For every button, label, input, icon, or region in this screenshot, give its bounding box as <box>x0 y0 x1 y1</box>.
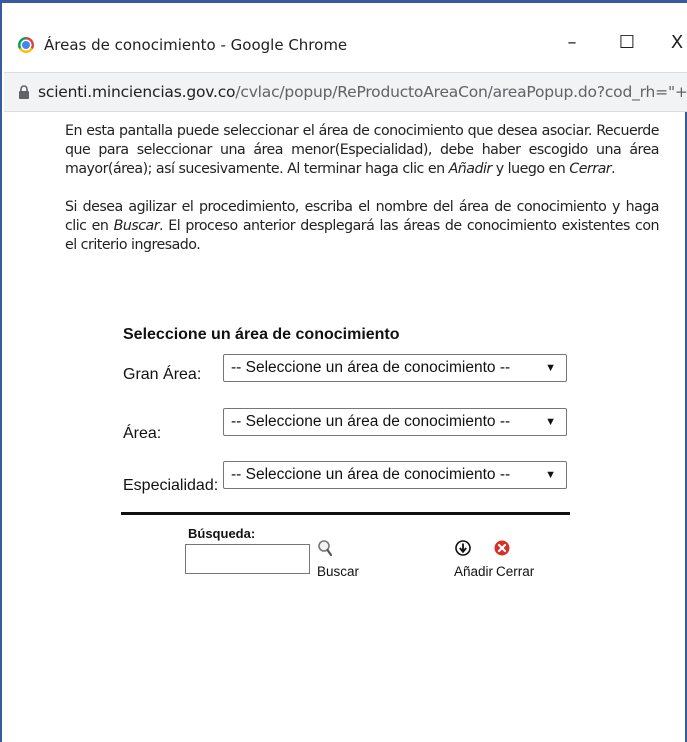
address-bar[interactable]: scienti.minciencias.gov.co/cvlac/popup/R… <box>4 72 687 112</box>
section-heading: Seleccione un área de conocimiento <box>123 326 400 343</box>
close-icon[interactable] <box>494 540 510 556</box>
maximize-button[interactable]: ☐ <box>607 28 647 58</box>
instructions-text: . <box>611 161 616 177</box>
divider <box>121 512 570 515</box>
instructions-emphasis: Buscar <box>113 218 160 234</box>
gran-area-selected-value: -- Seleccione un área de conocimiento -- <box>231 359 511 376</box>
dropdown-arrow-icon: ▼ <box>545 362 556 374</box>
especialidad-selected-value: -- Seleccione un área de conocimiento -- <box>231 466 511 483</box>
instructions: En esta pantalla puede seleccionar el ár… <box>65 122 660 274</box>
search-button[interactable]: Buscar <box>317 564 359 579</box>
window-title: Áreas de conocimiento - Google Chrome <box>44 36 348 54</box>
minimize-button[interactable]: – <box>552 28 592 58</box>
url-domain: scienti.minciencias.gov.co <box>38 83 236 101</box>
url-path: /cvlac/popup/ReProductoAreaCon/areaPopup… <box>235 83 687 101</box>
instructions-emphasis: Añadir <box>448 161 493 177</box>
chrome-logo-icon <box>18 37 34 53</box>
area-select[interactable]: -- Seleccione un área de conocimiento --… <box>223 408 567 436</box>
especialidad-select[interactable]: -- Seleccione un área de conocimiento --… <box>223 461 567 489</box>
instructions-paragraph-1: En esta pantalla puede seleccionar el ár… <box>65 122 660 179</box>
dropdown-arrow-icon: ▼ <box>545 416 556 428</box>
dropdown-arrow-icon: ▼ <box>545 469 556 481</box>
gran-area-select[interactable]: -- Seleccione un área de conocimiento --… <box>223 354 567 382</box>
search-input[interactable] <box>185 544 310 574</box>
add-icon[interactable] <box>455 540 471 556</box>
window-top-edge <box>2 0 687 14</box>
close-window-button[interactable]: X <box>657 28 687 58</box>
instructions-emphasis: Cerrar <box>569 161 612 177</box>
browser-window: Áreas de conocimiento - Google Chrome – … <box>0 0 687 742</box>
title-bar: Áreas de conocimiento - Google Chrome – … <box>4 14 687 72</box>
lock-icon <box>19 85 29 99</box>
instructions-paragraph-2: Si desea agilizar el procedimiento, escr… <box>65 198 660 255</box>
search-label: Búsqueda: <box>188 526 256 541</box>
area-selected-value: -- Seleccione un área de conocimiento -- <box>231 413 511 430</box>
url-text[interactable]: scienti.minciencias.gov.co/cvlac/popup/R… <box>38 83 687 101</box>
area-label: Área: <box>123 425 162 442</box>
add-button[interactable]: Añadir <box>454 564 493 579</box>
especialidad-label: Especialidad: <box>123 477 219 494</box>
close-button[interactable]: Cerrar <box>496 564 534 579</box>
gran-area-label: Gran Área: <box>123 366 202 383</box>
search-icon[interactable] <box>317 539 333 557</box>
instructions-text: y luego en <box>491 161 570 177</box>
